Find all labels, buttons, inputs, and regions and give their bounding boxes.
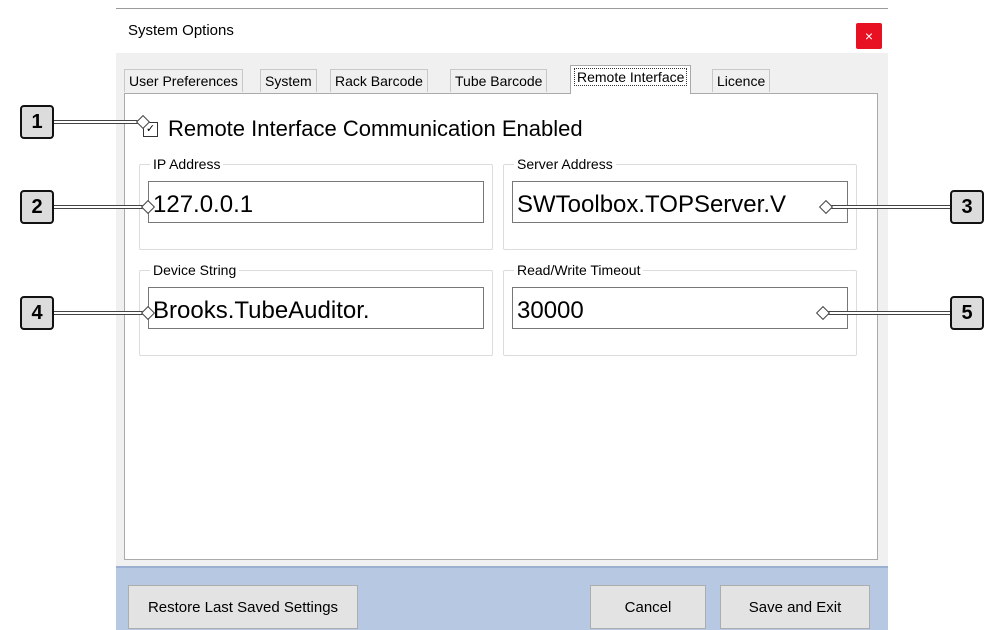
device-string-group: Device String Brooks.TubeAuditor. [139, 262, 493, 356]
ip-address-legend: IP Address [150, 156, 224, 172]
server-address-input[interactable]: SWToolbox.TOPServer.V [512, 181, 848, 223]
comm-enabled-label: Remote Interface Communication Enabled [168, 116, 583, 141]
restore-settings-button[interactable]: Restore Last Saved Settings [128, 585, 358, 629]
close-button[interactable]: × [856, 23, 882, 49]
close-icon: × [864, 28, 874, 44]
read-write-timeout-group: Read/Write Timeout 30000 [503, 262, 857, 356]
dialog-title: System Options [128, 22, 234, 39]
dialog-footer: Restore Last Saved Settings Cancel Save … [116, 566, 888, 630]
callout-3-leader [822, 205, 952, 209]
device-string-legend: Device String [150, 262, 240, 278]
save-and-exit-button[interactable]: Save and Exit [720, 585, 870, 629]
cancel-button[interactable]: Cancel [590, 585, 706, 629]
ip-address-input[interactable]: 127.0.0.1 [148, 181, 484, 223]
read-write-timeout-legend: Read/Write Timeout [514, 262, 644, 278]
tab-strip: User Preferences System Rack Barcode Tub… [124, 65, 884, 94]
callout-4-leader [54, 311, 148, 315]
tab-user-preferences[interactable]: User Preferences [124, 69, 243, 92]
tab-tube-barcode[interactable]: Tube Barcode [450, 69, 548, 92]
tab-system[interactable]: System [260, 69, 317, 92]
tab-remote-interface-label: Remote Interface [573, 68, 688, 86]
callout-2-leader [54, 205, 148, 209]
callout-1-leader [54, 120, 144, 124]
callout-1: 1 [20, 105, 54, 139]
server-address-group: Server Address SWToolbox.TOPServer.V [503, 156, 857, 250]
callout-2: 2 [20, 190, 54, 224]
ip-address-group: IP Address 127.0.0.1 [139, 156, 493, 250]
tab-licence[interactable]: Licence [712, 69, 771, 92]
system-options-dialog: System Options × User Preferences System… [116, 8, 888, 630]
device-string-input[interactable]: Brooks.TubeAuditor. [148, 287, 484, 329]
server-address-legend: Server Address [514, 156, 616, 172]
title-bar: System Options × [116, 9, 888, 53]
remote-interface-panel: ✓ Remote Interface Communication Enabled… [124, 93, 878, 560]
comm-enabled-row[interactable]: ✓ Remote Interface Communication Enabled [143, 116, 583, 142]
tab-rack-barcode[interactable]: Rack Barcode [330, 69, 428, 92]
read-write-timeout-input[interactable]: 30000 [512, 287, 848, 329]
callout-3: 3 [950, 190, 984, 224]
callout-5: 5 [950, 296, 984, 330]
callout-5-leader [822, 311, 952, 315]
tab-remote-interface[interactable]: Remote Interface [570, 65, 692, 94]
callout-4: 4 [20, 296, 54, 330]
